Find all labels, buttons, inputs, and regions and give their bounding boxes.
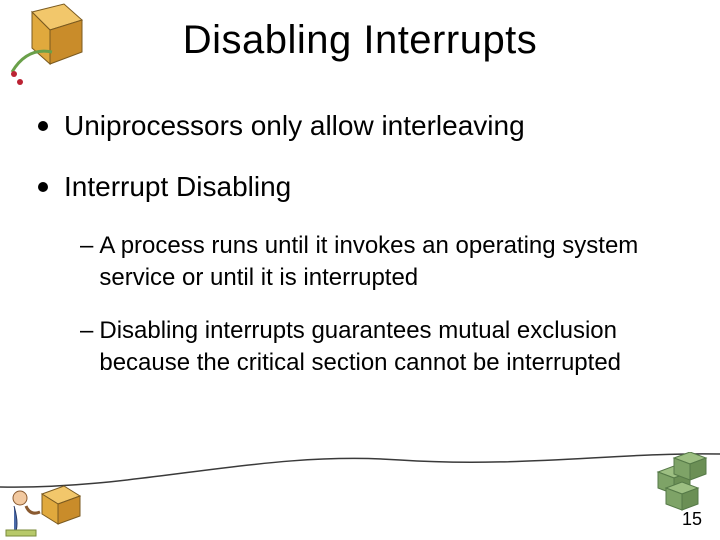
bullet-2-sub-2-text: Disabling interrupts guarantees mutual e… [99,315,678,378]
bullet-1-text: Uniprocessors only allow interleaving [64,108,525,143]
footer-swoosh [0,442,720,492]
bullet-dot-icon [38,182,48,192]
bullet-2-sub-2: – Disabling interrupts guarantees mutual… [80,315,678,378]
bullet-2: Interrupt Disabling [38,169,678,204]
person-box-graphic [2,476,92,538]
dash-icon: – [80,315,93,346]
bullet-1: Uniprocessors only allow interleaving [38,108,678,143]
dash-icon: – [80,230,93,261]
slide-title: Disabling Interrupts [0,18,720,63]
slide-body: Uniprocessors only allow interleaving In… [38,108,678,401]
bullet-2-sub-1-text: A process runs until it invokes an opera… [99,230,678,293]
slide: Disabling Interrupts Uniprocessors only … [0,0,720,540]
bullet-dot-icon [38,121,48,131]
bullet-2-sub-1: – A process runs until it invokes an ope… [80,230,678,293]
bullet-2-text: Interrupt Disabling [64,169,291,204]
stacked-cubes-graphic [652,452,712,512]
page-number: 15 [682,509,702,530]
